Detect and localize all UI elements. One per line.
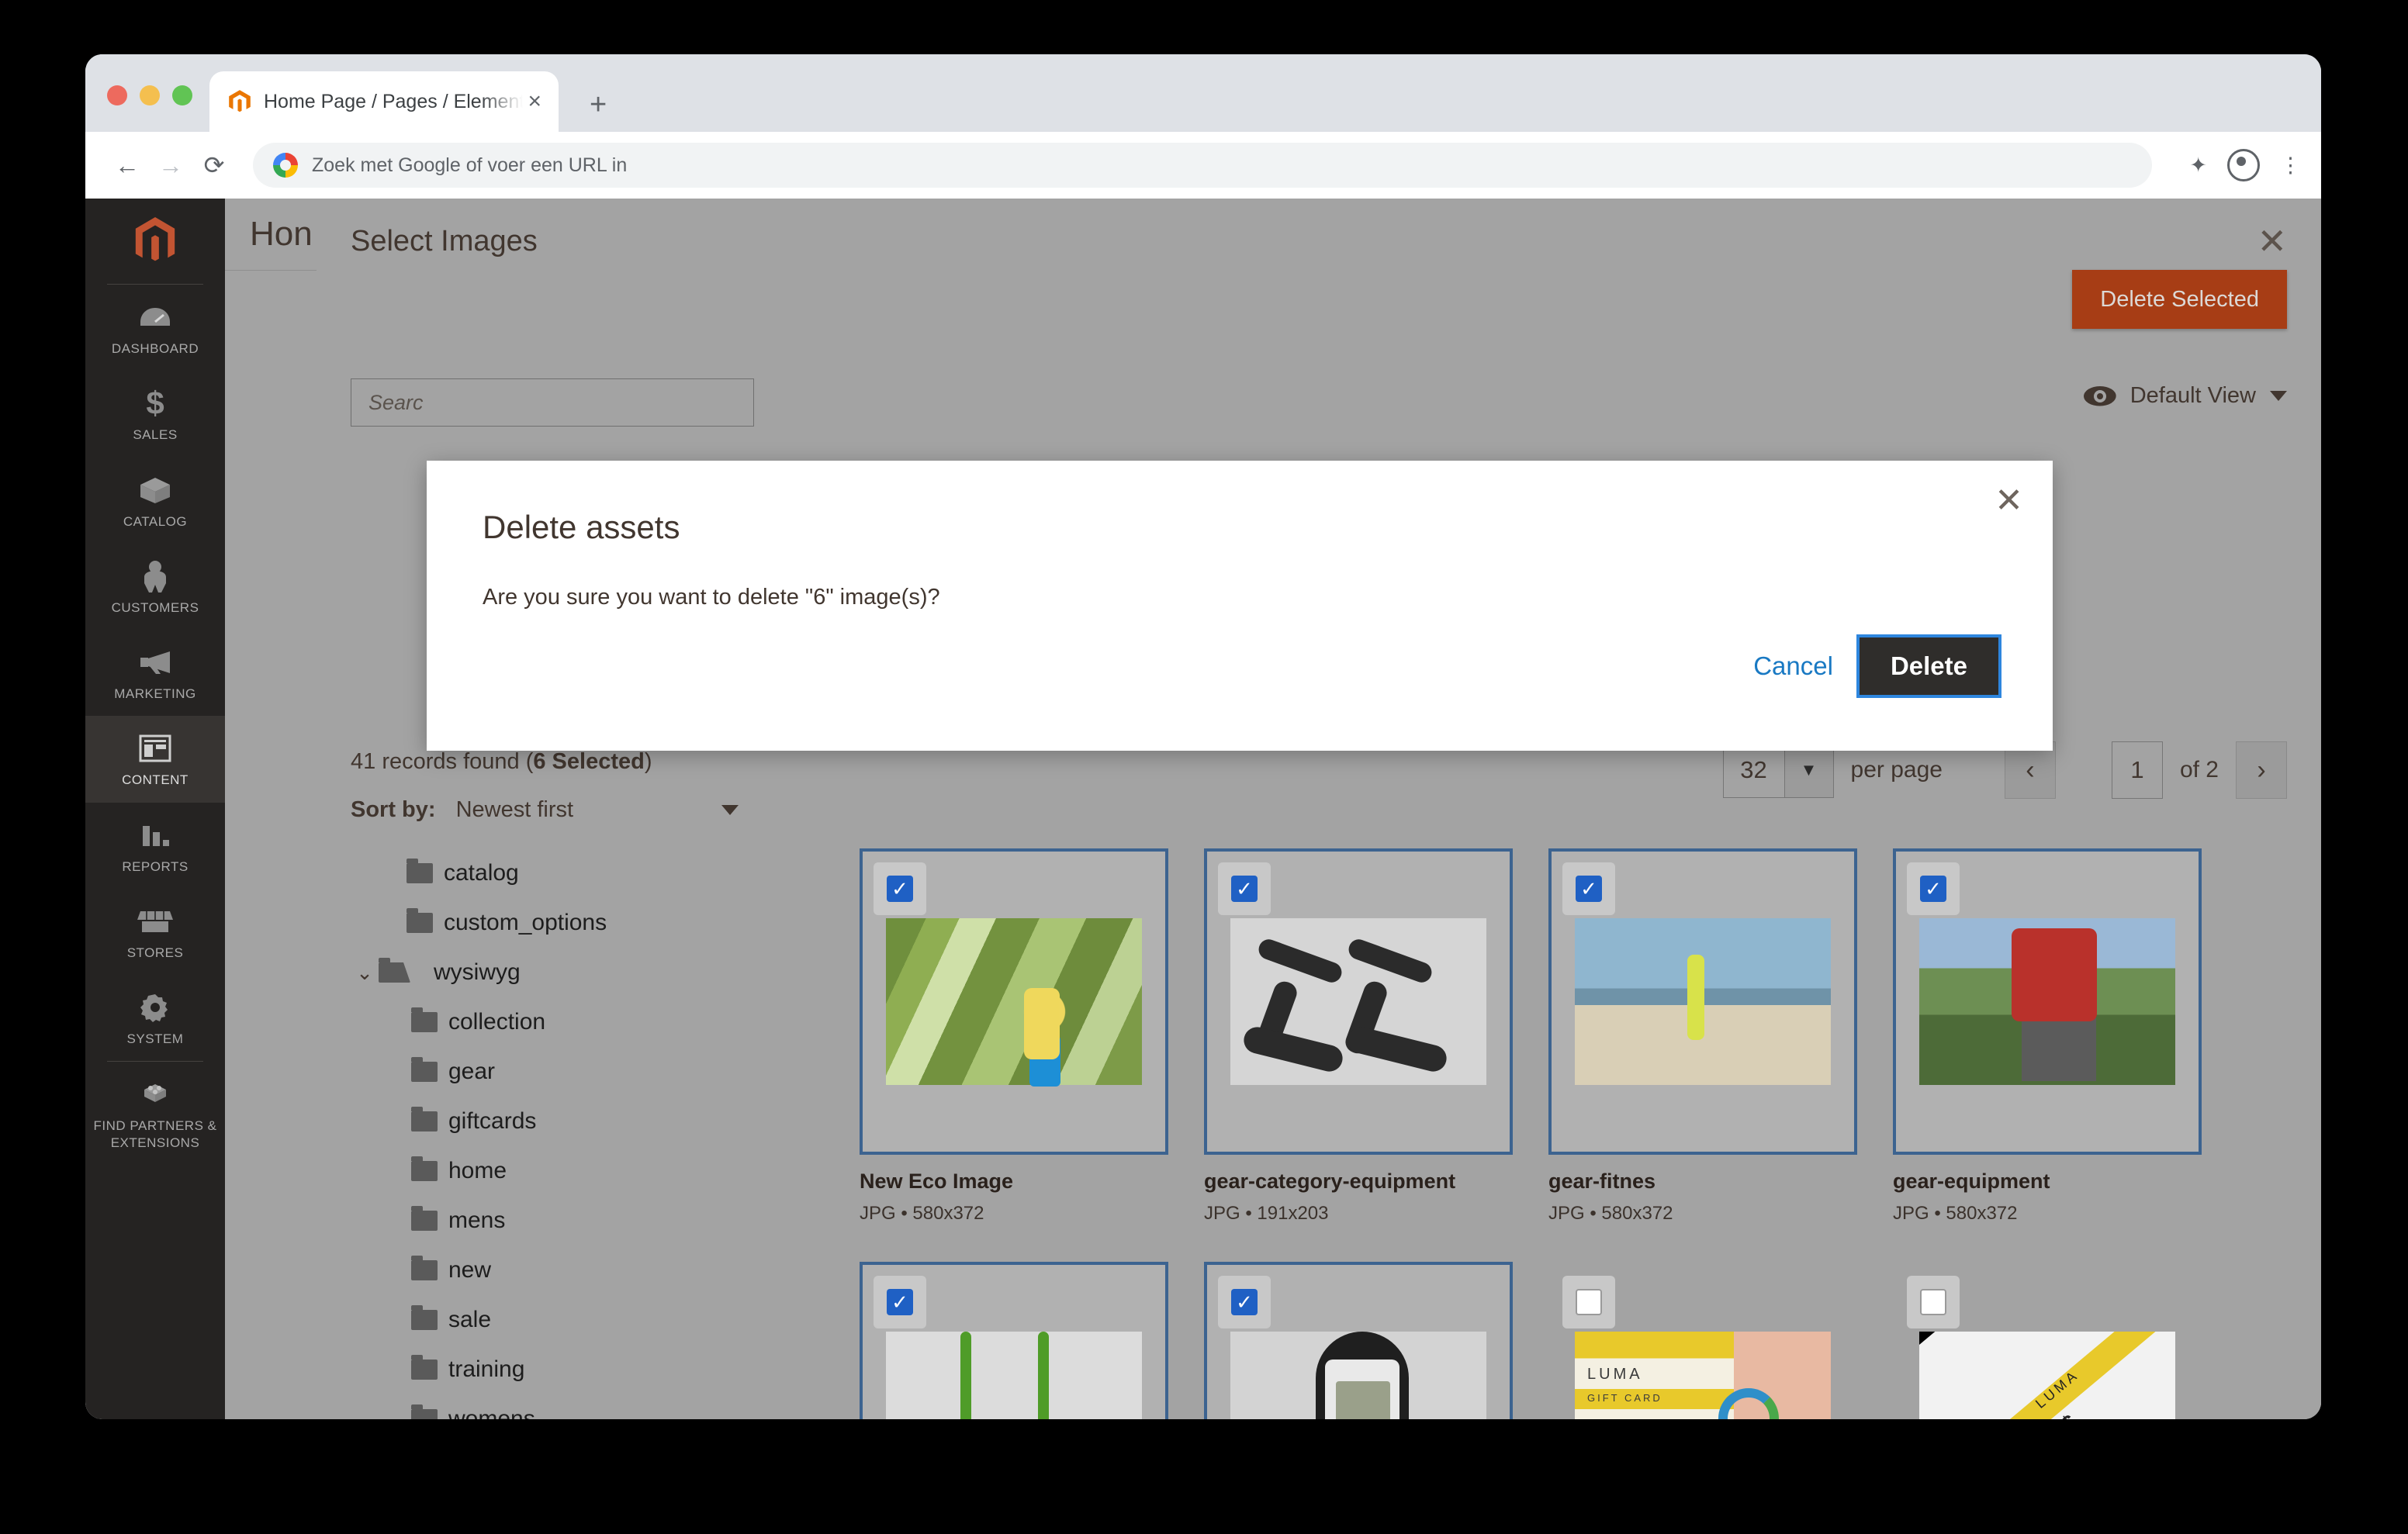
browser-toolbar: ← → ⟳ Zoek met Google of voer een URL in… bbox=[85, 132, 2321, 199]
modal-overlay bbox=[85, 199, 2321, 1419]
browser-tab-title: Home Page / Pages / Elements bbox=[264, 90, 524, 112]
confirm-delete-button[interactable]: Delete bbox=[1856, 634, 2002, 698]
delete-assets-modal: ✕ Delete assets Are you sure you want to… bbox=[427, 461, 2053, 751]
giftcard-type: GIFT CARD bbox=[1587, 1391, 1662, 1404]
browser-window: Home Page / Pages / Elements × + ← → ⟳ Z… bbox=[85, 54, 2321, 1419]
image-checkbox-wrapper[interactable]: ✓ bbox=[1218, 1275, 1271, 1328]
profile-icon[interactable] bbox=[2227, 149, 2260, 181]
image-checkbox[interactable]: ✓ bbox=[1231, 876, 1258, 902]
image-checkbox[interactable]: ✓ bbox=[887, 1288, 913, 1315]
image-preview bbox=[886, 1331, 1142, 1419]
modal-message: Are you sure you want to delete "6" imag… bbox=[483, 585, 940, 610]
image-checkbox[interactable]: ✓ bbox=[1576, 876, 1602, 902]
image-preview: LUMA GIFT CARD 100$ ERIN RENNY bbox=[1575, 1331, 1831, 1419]
window-controls[interactable] bbox=[107, 85, 192, 105]
maximize-window-button[interactable] bbox=[172, 85, 192, 105]
reload-icon[interactable]: ⟳ bbox=[192, 150, 236, 180]
image-checkbox-wrapper[interactable]: ✓ bbox=[1907, 862, 1960, 915]
image-checkbox-wrapper[interactable] bbox=[1907, 1275, 1960, 1328]
image-preview bbox=[1575, 918, 1831, 1085]
magento-icon bbox=[229, 90, 251, 112]
image-checkbox[interactable]: ✓ bbox=[887, 876, 913, 902]
image-checkbox-wrapper[interactable]: ✓ bbox=[1562, 862, 1615, 915]
image-checkbox-wrapper[interactable]: ✓ bbox=[874, 862, 926, 915]
address-bar[interactable]: Zoek met Google of voer een URL in bbox=[253, 143, 2153, 188]
browser-tab-strip: Home Page / Pages / Elements × + bbox=[85, 54, 2321, 132]
image-preview bbox=[1230, 918, 1486, 1085]
image-checkbox[interactable]: ✓ bbox=[1920, 876, 1946, 902]
browser-menu-icon[interactable]: ⋮ bbox=[2280, 154, 2301, 178]
browser-tab[interactable]: Home Page / Pages / Elements × bbox=[209, 71, 559, 132]
address-bar-text: Zoek met Google of voer een URL in bbox=[312, 154, 628, 176]
giftcard-brand: LUMA bbox=[1587, 1365, 1643, 1383]
image-checkbox-wrapper[interactable]: ✓ bbox=[874, 1275, 926, 1328]
image-preview bbox=[886, 918, 1142, 1087]
image-checkbox-wrapper[interactable]: ✓ bbox=[1218, 862, 1271, 915]
image-checkbox[interactable]: ✓ bbox=[1231, 1288, 1258, 1315]
cancel-button[interactable]: Cancel bbox=[1753, 651, 1833, 681]
image-preview bbox=[1919, 918, 2175, 1085]
close-icon[interactable]: ✕ bbox=[1995, 484, 2023, 518]
image-checkbox-wrapper[interactable] bbox=[1562, 1275, 1615, 1328]
minimize-window-button[interactable] bbox=[140, 85, 160, 105]
close-icon[interactable]: × bbox=[528, 90, 541, 113]
forward-icon[interactable]: → bbox=[149, 151, 192, 180]
close-window-button[interactable] bbox=[107, 85, 127, 105]
page-viewport: DASHBOARD $ SALES CATALOG CUSTOMERS MARK… bbox=[85, 199, 2321, 1419]
back-icon[interactable]: ← bbox=[106, 151, 149, 180]
google-icon bbox=[273, 153, 298, 178]
extensions-icon[interactable]: ✦ bbox=[2189, 154, 2207, 178]
modal-actions: Cancel Delete bbox=[1753, 634, 2002, 698]
image-checkbox[interactable] bbox=[1920, 1288, 1946, 1315]
image-preview bbox=[1230, 1331, 1486, 1419]
modal-title: Delete assets bbox=[483, 509, 680, 545]
new-tab-button[interactable]: + bbox=[590, 90, 607, 119]
image-preview: LUMA 50$ bbox=[1919, 1331, 2175, 1419]
image-checkbox[interactable] bbox=[1576, 1288, 1602, 1315]
